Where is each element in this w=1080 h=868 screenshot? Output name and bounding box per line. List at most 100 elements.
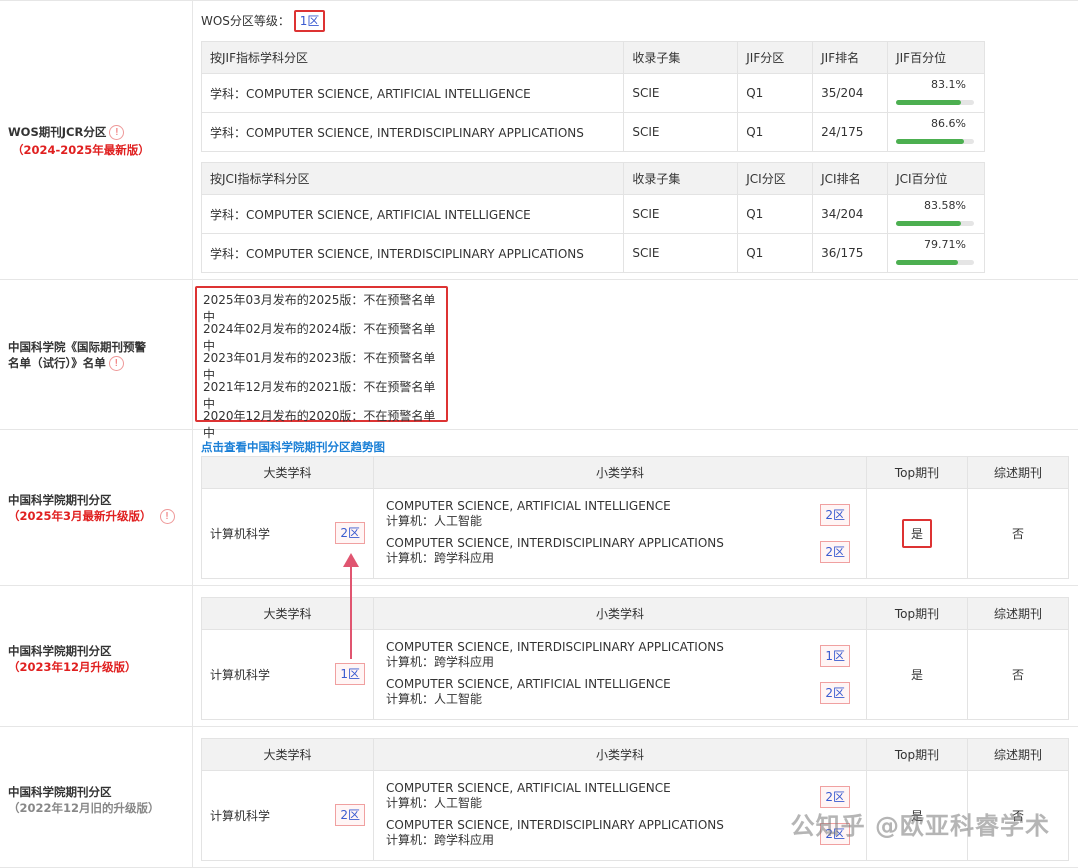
cas-label: 中国科学院期刊分区: [8, 493, 112, 507]
jci-header-row: 按JCI指标学科分区 收录子集 JCI分区 JCI排名 JCI百分位: [200, 162, 985, 195]
wos-grade-value[interactable]: 1区: [297, 13, 322, 29]
cas-label-cell: 中国科学院期刊分区 （2025年3月最新升级版）!: [0, 430, 193, 585]
list-item: COMPUTER SCIENCE, INTERDISCIPLINARY APPL…: [386, 536, 724, 566]
list-item: COMPUTER SCIENCE, ARTIFICIAL INTELLIGENC…: [386, 781, 671, 811]
cas-top-cell: 是: [866, 629, 968, 720]
jif-set: SCIE: [623, 112, 739, 152]
cas-major-name: 计算机科学: [210, 668, 271, 682]
jif-header-pct: JIF百分位: [887, 41, 985, 74]
cas-sublabel: （2022年12月旧的升级版）: [8, 800, 160, 815]
cas-header-row: 大类学科 小类学科 Top期刊 综述期刊: [201, 597, 1069, 630]
table-row: 计算机科学 2区 COMPUTER SCIENCE, ARTIFICIAL INTE…: [201, 488, 1069, 579]
sub-zone[interactable]: 2区: [820, 682, 850, 704]
jif-pct-bar-fill: [896, 100, 961, 105]
jci-subject: 学科：COMPUTER SCIENCE, ARTIFICIAL INTELLIG…: [200, 194, 625, 234]
list-item: COMPUTER SCIENCE, ARTIFICIAL INTELLIGENC…: [386, 499, 671, 529]
cas-label-cell: 中国科学院期刊分区 （2023年12月升级版）: [0, 586, 193, 726]
cas-major-zone[interactable]: 2区: [335, 804, 365, 826]
cas-header-cell: 大类学科: [201, 597, 374, 630]
jif-q: Q1: [737, 73, 814, 113]
wos-grade-box: 1区: [293, 10, 326, 32]
jif-pct-value: 86.6%: [931, 117, 966, 130]
cas-header-cell: 综述期刊: [967, 738, 1069, 771]
sub-subject-en: COMPUTER SCIENCE, INTERDISCIPLINARY APPL…: [386, 818, 724, 832]
table-row: 学科：COMPUTER SCIENCE, ARTIFICIAL INTELLIG…: [200, 194, 985, 234]
sub-zone[interactable]: 1区: [820, 645, 850, 667]
table-row: 学科：COMPUTER SCIENCE, INTERDISCIPLINARY A…: [200, 112, 985, 152]
jci-set: SCIE: [623, 233, 739, 273]
table-row: 计算机科学 1区 COMPUTER SCIENCE, INTERDISCIPLINA…: [201, 629, 1069, 720]
jif-subject: 学科：COMPUTER SCIENCE, ARTIFICIAL INTELLIG…: [200, 73, 625, 113]
warning-label-line2: 名单（试行）》名单!: [8, 355, 124, 371]
cas-major-zone[interactable]: 2区: [335, 522, 365, 544]
jif-pct-bar: [896, 100, 975, 105]
info-icon[interactable]: !: [108, 356, 124, 371]
cas-header-cell: Top期刊: [866, 456, 968, 489]
jci-pct-bar-fill: [896, 260, 959, 265]
cas-table: 大类学科 小类学科 Top期刊 综述期刊计算机科学 2区 COMPUTER SCIENCE…: [201, 456, 1069, 579]
cas-header-cell: 小类学科: [373, 738, 867, 771]
jif-q: Q1: [737, 112, 814, 152]
jci-pct-value: 79.71%: [924, 238, 966, 251]
cas-header-cell: 综述期刊: [967, 597, 1069, 630]
sub-subject-cn: 计算机：跨学科应用: [386, 551, 495, 565]
jci-header-subject: 按JCI指标学科分区: [200, 162, 625, 195]
sub-zone[interactable]: 2区: [820, 786, 850, 808]
cas-top-value: 是: [901, 519, 932, 548]
jci-header-rank: JCI排名: [812, 162, 889, 195]
sub-zone[interactable]: 2区: [820, 504, 850, 526]
info-icon[interactable]: !: [159, 509, 175, 524]
cas-header-row: 大类学科 小类学科 Top期刊 综述期刊: [201, 738, 1069, 771]
sub-subject-en: COMPUTER SCIENCE, ARTIFICIAL INTELLIGENC…: [386, 499, 671, 513]
sub-subject-cn: 计算机：跨学科应用: [386, 833, 495, 847]
jci-pct-cell: 83.58%: [887, 194, 985, 234]
jif-pct-value: 83.1%: [931, 78, 966, 91]
info-icon[interactable]: !: [109, 125, 125, 140]
cas-review-value: 否: [967, 488, 1069, 579]
table-row: 学科：COMPUTER SCIENCE, ARTIFICIAL INTELLIG…: [200, 73, 985, 113]
cas-header-cell: 小类学科: [373, 456, 867, 489]
cas-label-cell: 中国科学院期刊分区 （2022年12月旧的升级版）: [0, 727, 193, 867]
jif-pct-cell: 83.1%: [887, 73, 985, 113]
jif-table: 按JIF指标学科分区 收录子集 JIF分区 JIF排名 JIF百分位 学科：CO…: [200, 41, 985, 152]
cas-top-cell: 是: [866, 488, 968, 579]
jci-header-q: JCI分区: [737, 162, 814, 195]
cas-table: 大类学科 小类学科 Top期刊 综述期刊计算机科学 1区 COMPUTER SCIENCE…: [201, 597, 1069, 720]
jci-header-set: 收录子集: [623, 162, 739, 195]
list-item: COMPUTER SCIENCE, ARTIFICIAL INTELLIGENC…: [386, 677, 671, 707]
warning-label-cell: 中国科学院《国际期刊预警 名单（试行）》名单!: [0, 280, 193, 429]
cas-header-cell: 小类学科: [373, 597, 867, 630]
cas-sublabel: （2025年3月最新升级版）!: [8, 508, 175, 524]
cas-major-cell: 计算机科学 2区: [201, 770, 374, 861]
cas-header-cell: 综述期刊: [967, 456, 1069, 489]
sub-subject-en: COMPUTER SCIENCE, INTERDISCIPLINARY APPL…: [386, 640, 724, 654]
warning-label-line1: 中国科学院《国际期刊预警: [8, 340, 146, 354]
watermark-text: 公知乎 @欧亚科睿学术: [790, 812, 1050, 840]
cas-major-name: 计算机科学: [210, 809, 271, 823]
cas-major-name: 计算机科学: [210, 527, 271, 541]
wos-grade: WOS分区等级： 1区: [201, 10, 326, 32]
jci-pct-bar-fill: [896, 221, 962, 226]
cas-header-cell: 大类学科: [201, 456, 374, 489]
jci-pct-value: 83.58%: [924, 199, 966, 212]
jif-rank: 35/204: [812, 73, 889, 113]
jci-set: SCIE: [623, 194, 739, 234]
cas-sub-cell: COMPUTER SCIENCE, ARTIFICIAL INTELLIGENC…: [373, 488, 867, 579]
sub-subject-cn: 计算机：人工智能: [386, 514, 483, 528]
jif-set: SCIE: [623, 73, 739, 113]
cas-sub-cell: COMPUTER SCIENCE, INTERDISCIPLINARY APPL…: [373, 629, 867, 720]
cas-major-zone[interactable]: 1区: [335, 663, 365, 685]
sub-subject-en: COMPUTER SCIENCE, ARTIFICIAL INTELLIGENC…: [386, 781, 671, 795]
cas-header-cell: 大类学科: [201, 738, 374, 771]
cas-table: 大类学科 小类学科 Top期刊 综述期刊计算机科学 2区 COMPUTER SCIENCE…: [201, 738, 1069, 861]
jci-q: Q1: [737, 233, 814, 273]
cas-top-value: 是: [910, 668, 923, 682]
jif-header-row: 按JIF指标学科分区 收录子集 JIF分区 JIF排名 JIF百分位: [200, 41, 985, 74]
list-item: COMPUTER SCIENCE, INTERDISCIPLINARY APPL…: [386, 818, 724, 848]
table-row: 学科：COMPUTER SCIENCE, INTERDISCIPLINARY A…: [200, 233, 985, 273]
cas-sublabel: （2023年12月升级版）: [8, 659, 137, 674]
sub-zone[interactable]: 2区: [820, 541, 850, 563]
cas-header-row: 大类学科 小类学科 Top期刊 综述期刊: [201, 456, 1069, 489]
warning-row: 中国科学院《国际期刊预警 名单（试行）》名单!: [0, 280, 1078, 430]
jci-pct-bar: [896, 221, 975, 226]
